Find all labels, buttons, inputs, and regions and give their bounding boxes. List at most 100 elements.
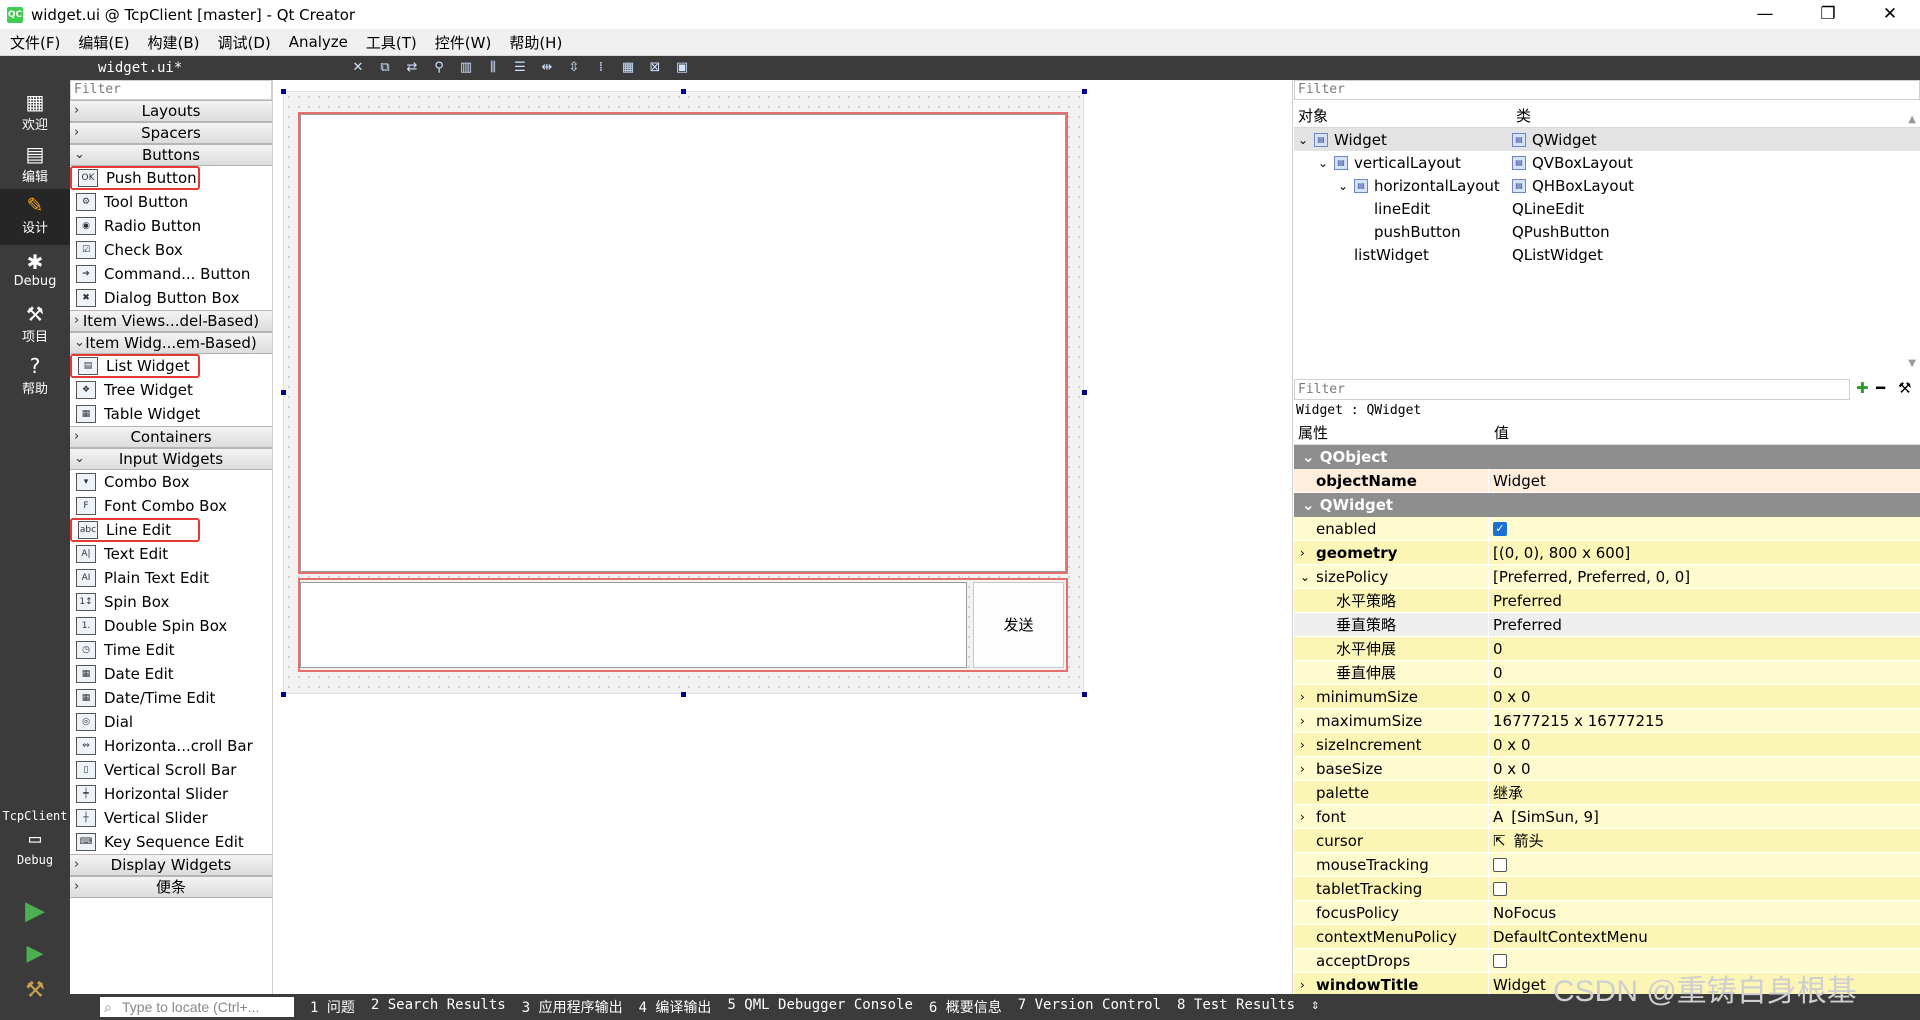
widget-item[interactable]: ▦ Date Edit bbox=[70, 662, 272, 686]
property-row[interactable]: › sizeIncrement 0 x 0 bbox=[1294, 732, 1920, 757]
layout-grid-icon[interactable]: ▦ bbox=[620, 60, 636, 76]
widget-category[interactable]: ⌄ Input Widgets bbox=[70, 448, 272, 470]
checkbox[interactable] bbox=[1493, 953, 1507, 968]
property-value-cell[interactable]: Widget bbox=[1489, 472, 1546, 490]
widget-item[interactable]: OK Push Button bbox=[70, 166, 200, 190]
output-tab[interactable]: 7 Version Control bbox=[1018, 997, 1161, 1017]
widget-item[interactable]: ┼ Vertical Slider bbox=[70, 806, 272, 830]
property-row[interactable]: › maximumSize 16777215 x 16777215 bbox=[1294, 708, 1920, 733]
editor-tab[interactable]: widget.ui* bbox=[70, 60, 350, 76]
mode-projects[interactable]: ⚒ 项目 bbox=[0, 302, 70, 350]
property-row[interactable]: mouseTracking bbox=[1294, 852, 1920, 877]
edit-tab-order-icon[interactable]: ▥ bbox=[458, 60, 474, 76]
layout-h-splitter-icon[interactable]: ⇹ bbox=[539, 60, 555, 76]
object-row[interactable]: listWidget QListWidget bbox=[1294, 243, 1920, 266]
scroll-down-icon[interactable]: ▼ bbox=[1908, 358, 1916, 369]
property-value-cell[interactable]: Preferred bbox=[1489, 616, 1562, 634]
widget-item[interactable]: ◷ Time Edit bbox=[70, 638, 272, 662]
resize-handle[interactable] bbox=[1082, 692, 1087, 697]
property-value-cell[interactable]: 0 x 0 bbox=[1489, 688, 1531, 706]
checkbox[interactable] bbox=[1493, 881, 1507, 896]
widget-item[interactable]: 1↕ Spin Box bbox=[70, 590, 272, 614]
object-filter-input[interactable]: Filter bbox=[1294, 80, 1920, 100]
widget-category[interactable]: › Display Widgets bbox=[70, 854, 272, 876]
maximize-button[interactable]: ❐ bbox=[1800, 0, 1856, 29]
remove-property-icon[interactable]: ━ bbox=[1876, 379, 1885, 397]
output-tab[interactable]: 1 问题 bbox=[310, 997, 355, 1017]
layout-horizontal-icon[interactable]: ⫼ bbox=[485, 60, 501, 76]
output-tab[interactable]: 6 概要信息 bbox=[929, 997, 1002, 1017]
property-value-cell[interactable] bbox=[1489, 953, 1507, 968]
object-row[interactable]: pushButton QPushButton bbox=[1294, 220, 1920, 243]
menu-debug[interactable]: 调试(D) bbox=[208, 32, 279, 53]
property-value-cell[interactable]: A [SimSun, 9] bbox=[1489, 808, 1599, 826]
property-value-cell[interactable] bbox=[1489, 881, 1507, 896]
checkbox[interactable] bbox=[1493, 857, 1507, 872]
widget-category[interactable]: › Containers bbox=[70, 426, 272, 448]
menu-help[interactable]: 帮助(H) bbox=[499, 32, 570, 53]
property-row[interactable]: › geometry [(0, 0), 800 x 600] bbox=[1294, 540, 1920, 565]
property-row[interactable]: 垂直伸展 0 bbox=[1294, 660, 1920, 685]
property-value-cell[interactable]: [(0, 0), 800 x 600] bbox=[1489, 544, 1630, 562]
property-value-cell[interactable]: 继承 bbox=[1489, 782, 1523, 803]
widget-item[interactable]: ☑ Check Box bbox=[70, 238, 272, 262]
output-tab[interactable]: 8 Test Results bbox=[1177, 997, 1295, 1017]
widget-category[interactable]: › 便条 bbox=[70, 876, 272, 898]
property-value-cell[interactable]: 0 bbox=[1489, 640, 1503, 658]
widget-item[interactable]: ▾ Combo Box bbox=[70, 470, 272, 494]
resize-handle[interactable] bbox=[281, 89, 286, 94]
object-row[interactable]: ⌄ ▤ verticalLayout ▤ QVBoxLayout bbox=[1294, 151, 1920, 174]
menu-build[interactable]: 构建(B) bbox=[138, 32, 208, 53]
break-layout-icon[interactable]: ⊠ bbox=[647, 60, 663, 76]
property-value-cell[interactable]: 0 x 0 bbox=[1489, 736, 1531, 754]
mode-edit[interactable]: ▤ 编辑 bbox=[0, 142, 70, 190]
mode-help[interactable]: ? 帮助 bbox=[0, 354, 70, 402]
widget-item[interactable]: ┿ Horizontal Slider bbox=[70, 782, 272, 806]
debug-run-button[interactable]: ▶ bbox=[0, 941, 70, 975]
close-button[interactable]: ✕ bbox=[1862, 0, 1918, 29]
property-value-cell[interactable]: 0 bbox=[1489, 664, 1503, 682]
widget-item[interactable]: F Font Combo Box bbox=[70, 494, 272, 518]
property-row[interactable]: ⌄ sizePolicy [Preferred, Preferred, 0, 0] bbox=[1294, 564, 1920, 589]
expander-icon[interactable]: ⌄ bbox=[1300, 565, 1310, 589]
checkbox[interactable]: ✓ bbox=[1493, 521, 1507, 536]
property-value-cell[interactable]: 0 x 0 bbox=[1489, 760, 1531, 778]
minimize-button[interactable]: — bbox=[1737, 0, 1793, 29]
property-group[interactable]: ⌄ QObject bbox=[1294, 445, 1920, 469]
widget-item[interactable]: ◉ Radio Button bbox=[70, 214, 272, 238]
widget-item[interactable]: ▦ Date/Time Edit bbox=[70, 686, 272, 710]
line-edit[interactable] bbox=[300, 582, 967, 668]
scroll-up-icon[interactable]: ▲ bbox=[1908, 114, 1916, 125]
resize-handle[interactable] bbox=[1082, 390, 1087, 395]
widget-item[interactable]: ⌨ Key Sequence Edit bbox=[70, 830, 272, 854]
layout-form-icon[interactable]: ⁞ bbox=[593, 60, 609, 76]
property-value-cell[interactable]: Preferred bbox=[1489, 592, 1562, 610]
resize-handle[interactable] bbox=[281, 692, 286, 697]
expander-icon[interactable]: › bbox=[1300, 541, 1305, 565]
expander-icon[interactable]: › bbox=[1300, 685, 1305, 709]
property-row[interactable]: focusPolicy NoFocus bbox=[1294, 900, 1920, 925]
layout-v-splitter-icon[interactable]: ⇳ bbox=[566, 60, 582, 76]
close-tab-icon[interactable]: ✕ bbox=[350, 60, 366, 76]
property-row[interactable]: palette 继承 bbox=[1294, 780, 1920, 805]
property-value-cell[interactable]: DefaultContextMenu bbox=[1489, 928, 1648, 946]
property-value-cell[interactable]: ⇱ 箭头 bbox=[1489, 830, 1544, 851]
menu-analyze[interactable]: Analyze bbox=[279, 33, 356, 51]
property-value-cell[interactable]: [Preferred, Preferred, 0, 0] bbox=[1489, 568, 1690, 586]
property-row[interactable]: cursor ⇱ 箭头 bbox=[1294, 828, 1920, 853]
expander-icon[interactable]: › bbox=[1300, 973, 1305, 995]
property-row[interactable]: 水平伸展 0 bbox=[1294, 636, 1920, 661]
property-filter-input[interactable]: Filter bbox=[1294, 379, 1850, 400]
widget-category[interactable]: › Spacers bbox=[70, 122, 272, 144]
property-row[interactable]: 垂直策略 Preferred bbox=[1294, 612, 1920, 637]
property-value-cell[interactable]: Widget bbox=[1489, 976, 1546, 994]
output-tab[interactable]: 5 QML Debugger Console bbox=[727, 997, 912, 1017]
edit-signals-icon[interactable]: ⇄ bbox=[404, 60, 420, 76]
add-property-icon[interactable]: ✚ bbox=[1856, 379, 1869, 397]
menu-widgets[interactable]: 控件(W) bbox=[425, 32, 500, 53]
property-value-cell[interactable] bbox=[1489, 857, 1507, 872]
send-button[interactable]: 发送 bbox=[973, 582, 1064, 668]
expander-icon[interactable]: ⌄ bbox=[1298, 133, 1314, 147]
widget-item[interactable]: abc Line Edit bbox=[70, 518, 200, 542]
property-value-cell[interactable]: ✓ bbox=[1489, 521, 1507, 536]
